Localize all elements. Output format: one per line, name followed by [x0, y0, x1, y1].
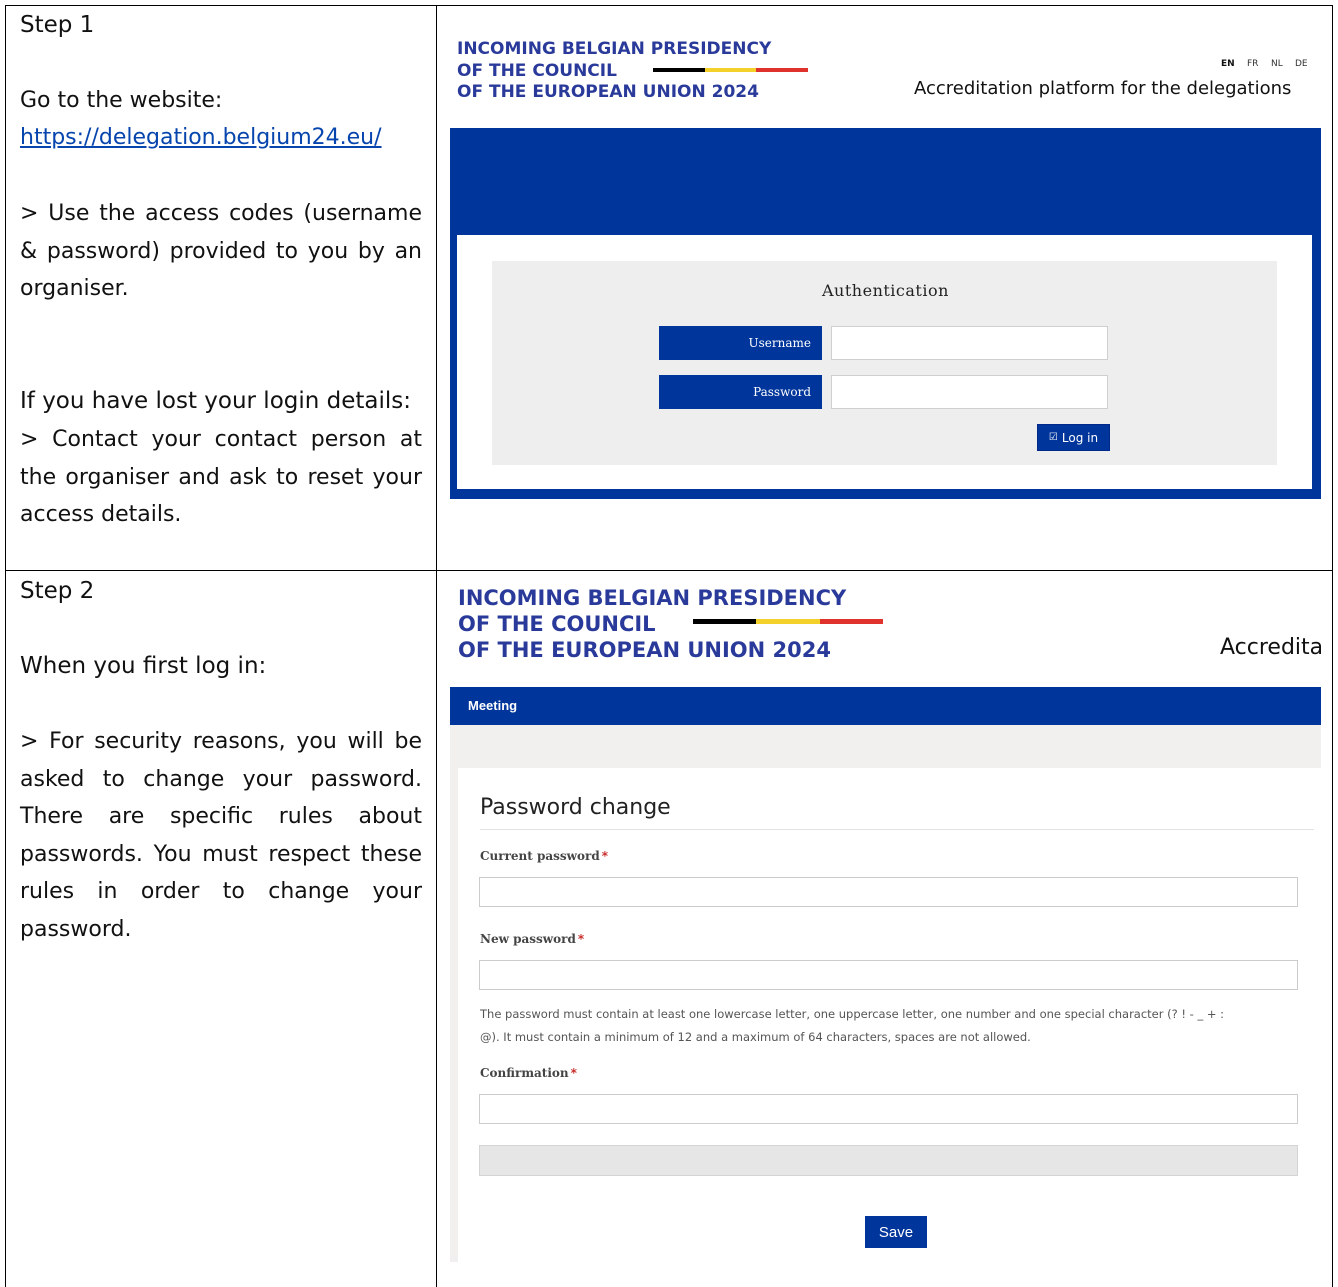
new-password-label: New password * [480, 932, 584, 946]
lost-details-heading: If you have lost your login details: [20, 388, 412, 414]
confirmation-label: Confirmation * [480, 1066, 577, 1080]
logo-line-1: INCOMING BELGIAN PRESIDENCY [458, 586, 847, 610]
step1-access-text: > Use the access codes (username & passw… [20, 201, 422, 301]
security-text: > For security reasons, you will be aske… [20, 729, 422, 942]
lang-en[interactable]: EN [1221, 59, 1235, 69]
password-strength-meter [479, 1145, 1298, 1176]
presidency-logo-2: INCOMING BELGIAN PRESIDENCY OF THE COUNC… [458, 585, 846, 663]
username-input[interactable] [831, 326, 1108, 360]
first-login-heading: When you first log in: [20, 653, 267, 679]
help-line-1: The password must contain at least one l… [480, 1007, 1225, 1021]
logo-line-3: OF THE EUROPEAN UNION 2024 [458, 638, 831, 662]
current-password-input[interactable] [479, 877, 1298, 907]
website-link[interactable]: https://delegation.belgium24.eu/ [20, 125, 382, 150]
new-password-input[interactable] [479, 960, 1298, 990]
current-password-label: Current password * [480, 849, 608, 863]
new-password-label-text: New password [480, 932, 576, 946]
save-button[interactable]: Save [865, 1216, 927, 1248]
password-input[interactable] [831, 375, 1108, 409]
lost-details-text: > Contact your contact person at the org… [20, 427, 422, 527]
lang-fr[interactable]: FR [1247, 59, 1258, 69]
row-divider [5, 570, 1333, 571]
logo-line-3: OF THE EUROPEAN UNION 2024 [457, 82, 759, 102]
login-button[interactable]: ☑ Log in [1037, 424, 1110, 451]
logo-line-2: OF THE COUNCIL [458, 612, 656, 636]
platform-title: Accreditation platform for the delegatio… [914, 78, 1292, 99]
step2-heading: Step 2 [20, 578, 95, 604]
current-password-label-text: Current password [480, 849, 600, 863]
logo-line-1: INCOMING BELGIAN PRESIDENCY [457, 39, 772, 59]
step1-heading: Step 1 [20, 12, 95, 38]
username-label: Username [659, 326, 822, 360]
nav-meeting[interactable]: Meeting [468, 698, 517, 713]
help-line-2: @). It must contain a minimum of 12 and … [480, 1030, 1031, 1044]
password-rules-help: The password must contain at least one l… [480, 1003, 1280, 1049]
platform-title-clipped: Accredita [1220, 635, 1321, 660]
confirmation-input[interactable] [479, 1094, 1298, 1124]
nav-bar: Meeting [450, 687, 1321, 725]
check-edit-icon: ☑ [1048, 432, 1058, 443]
password-label: Password [659, 375, 822, 409]
column-divider [436, 5, 437, 1287]
required-marker: * [570, 1066, 577, 1080]
login-button-label: Log in [1061, 430, 1099, 445]
belgian-flag-stripe-2 [693, 619, 883, 624]
password-change-title: Password change [480, 795, 671, 820]
step1-goto-text: Go to the website: [20, 88, 223, 113]
lang-de[interactable]: DE [1295, 59, 1308, 69]
title-divider [480, 829, 1314, 830]
required-marker: * [577, 932, 585, 946]
lang-nl[interactable]: NL [1271, 59, 1283, 69]
authentication-title: Authentication [822, 281, 949, 300]
belgian-flag-stripe [653, 68, 809, 72]
confirmation-label-text: Confirmation [480, 1066, 569, 1080]
required-marker: * [601, 849, 609, 863]
